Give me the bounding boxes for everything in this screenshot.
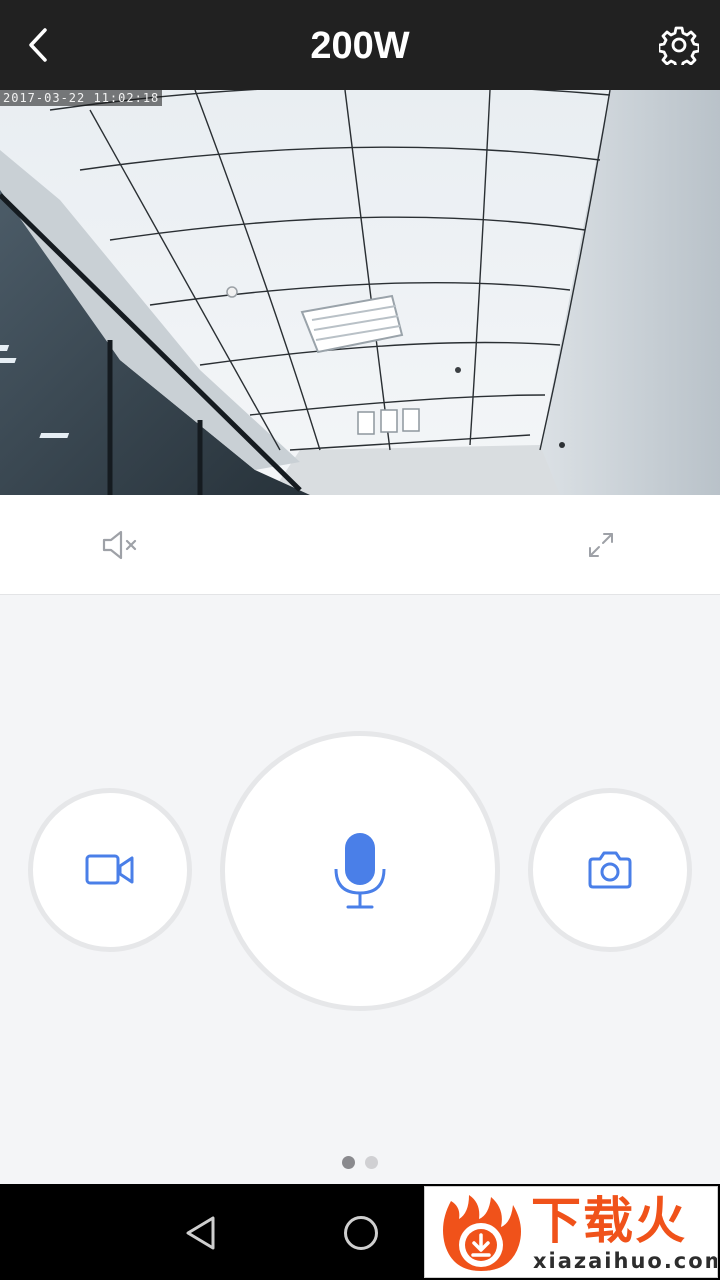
snapshot-button[interactable] (528, 788, 692, 952)
back-button[interactable] (16, 22, 62, 68)
system-home-button[interactable] (336, 1208, 386, 1258)
expand-icon (589, 533, 613, 557)
video-camera-icon (85, 854, 134, 885)
camera-icon (588, 851, 632, 889)
camera-scene-image (0, 90, 720, 495)
watermark-banner: 下载火 xiazaihuo.com (424, 1186, 718, 1278)
video-timestamp-overlay: 2017-03-22 11:02:18 (0, 90, 163, 106)
gear-icon (659, 26, 699, 65)
page-title: 200W (310, 25, 410, 67)
live-video-feed[interactable]: 2017-03-22 11:02:18 (0, 90, 720, 495)
speaker-muted-icon (102, 530, 137, 560)
triangle-back-icon (186, 1216, 215, 1250)
page-dot-active[interactable] (342, 1156, 355, 1169)
settings-button[interactable] (654, 20, 704, 70)
fullscreen-button[interactable] (578, 523, 624, 567)
page-dot[interactable] (365, 1156, 378, 1169)
microphone-icon (334, 833, 386, 909)
chevron-left-icon (29, 28, 47, 62)
system-back-button[interactable] (176, 1208, 226, 1258)
talk-button[interactable] (220, 731, 500, 1011)
player-control-bar (0, 495, 720, 595)
flame-logo-icon (443, 1195, 521, 1271)
page-indicator (0, 1156, 720, 1170)
record-button[interactable] (28, 788, 192, 952)
circle-home-icon (344, 1216, 378, 1250)
watermark-site-text: xiazaihuo.com (533, 1249, 718, 1273)
top-app-bar: 200W (0, 0, 720, 90)
action-panel (0, 596, 720, 1184)
watermark-brand-text: 下载火 (531, 1192, 687, 1250)
mute-button[interactable] (96, 523, 144, 567)
